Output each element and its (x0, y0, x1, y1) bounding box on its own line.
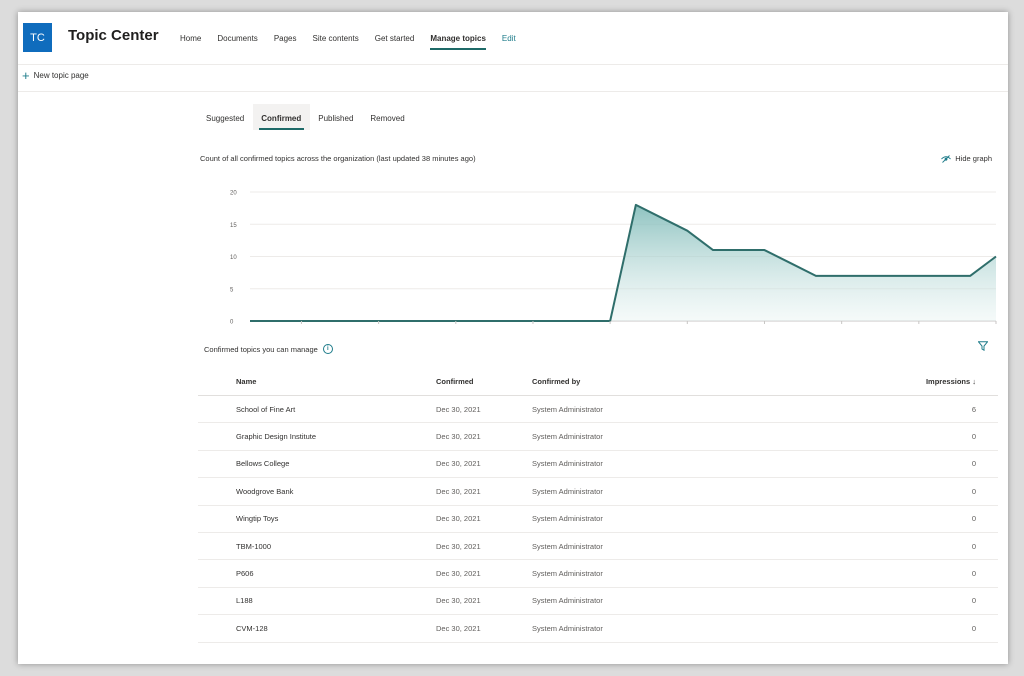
tab-suggested[interactable]: Suggested (198, 104, 253, 130)
impressions-count: 0 (971, 486, 976, 496)
nav-pages[interactable]: Pages (274, 34, 297, 43)
confirmed-by: System Administrator (532, 432, 603, 442)
topic-name[interactable]: School of Fine Art (198, 405, 436, 414)
nav-get-started[interactable]: Get started (375, 34, 415, 43)
impressions-count: 0 (971, 459, 976, 469)
nav-documents[interactable]: Documents (217, 34, 257, 43)
impressions-count: 0 (971, 569, 976, 579)
impressions-count: 0 (971, 623, 976, 633)
table-row[interactable]: Graphic Design Institute Dec 30, 2021 Sy… (198, 423, 998, 451)
column-header-impressions[interactable]: Impressions ↓ (742, 377, 998, 386)
confirmed-by: System Administrator (532, 541, 603, 551)
table-row[interactable]: P606 Dec 30, 2021 System Administrator 0 (198, 560, 998, 588)
impressions-count: 0 (971, 596, 976, 606)
tab-removed[interactable]: Removed (362, 104, 413, 130)
command-bar-divider (18, 91, 1008, 92)
tab-confirmed[interactable]: Confirmed (253, 104, 311, 130)
y-tick-label: 20 (230, 191, 237, 197)
plus-icon: + (22, 67, 30, 83)
new-topic-page-button[interactable]: + New topic page (22, 67, 89, 83)
confirmed-date: Dec 30, 2021 (436, 459, 481, 469)
topic-name[interactable]: Graphic Design Institute (198, 432, 436, 441)
top-nav: Home Documents Pages Site contents Get s… (180, 34, 532, 50)
site-logo[interactable]: TC (23, 23, 52, 52)
impressions-count: 0 (971, 541, 976, 551)
column-header-confirmed[interactable]: Confirmed (436, 377, 532, 386)
header-divider (18, 64, 1008, 65)
y-tick-label: 10 (230, 255, 237, 261)
list-title-text: Confirmed topics you can manage (204, 344, 318, 354)
confirmed-topics-chart: 0510152012/0312/0612/0912/1212/1512/1812… (230, 191, 997, 326)
confirmed-date: Dec 30, 2021 (436, 514, 481, 524)
hide-graph-label: Hide graph (955, 154, 992, 163)
table-row[interactable]: School of Fine Art Dec 30, 2021 System A… (198, 396, 998, 424)
confirmed-date: Dec 30, 2021 (436, 569, 481, 579)
site-title[interactable]: Topic Center (68, 27, 159, 44)
y-tick-label: 15 (230, 223, 237, 229)
confirmed-date: Dec 30, 2021 (436, 404, 481, 414)
table-row[interactable]: Woodgrove Bank Dec 30, 2021 System Admin… (198, 478, 998, 506)
confirmed-date: Dec 30, 2021 (436, 432, 481, 442)
filter-icon[interactable] (978, 341, 988, 351)
table-row[interactable]: CVM-128 Dec 30, 2021 System Administrato… (198, 615, 998, 643)
confirmed-date: Dec 30, 2021 (436, 541, 481, 551)
confirmed-date: Dec 30, 2021 (436, 596, 481, 606)
hide-graph-button[interactable]: Hide graph (941, 154, 992, 163)
confirmed-by: System Administrator (532, 623, 603, 633)
nav-manage-topics[interactable]: Manage topics (430, 34, 486, 50)
new-topic-page-label: New topic page (33, 71, 89, 80)
nav-edit-link[interactable]: Edit (502, 34, 516, 43)
topic-name[interactable]: CVM-128 (198, 624, 436, 633)
list-title: Confirmed topics you can manage i (204, 344, 333, 354)
table-row[interactable]: L188 Dec 30, 2021 System Administrator 0 (198, 588, 998, 616)
app-window: TC Topic Center Home Documents Pages Sit… (18, 12, 1008, 664)
confirmed-by: System Administrator (532, 569, 603, 579)
column-header-confirmed-by[interactable]: Confirmed by (532, 377, 742, 386)
tab-published[interactable]: Published (310, 104, 362, 130)
confirmed-by: System Administrator (532, 514, 603, 524)
topic-name[interactable]: P606 (198, 569, 436, 578)
topics-table: Name Confirmed Confirmed by Impressions … (198, 368, 998, 643)
impressions-count: 6 (971, 404, 976, 414)
confirmed-by: System Administrator (532, 596, 603, 606)
y-tick-label: 5 (230, 287, 234, 293)
confirmed-by: System Administrator (532, 486, 603, 496)
site-header: TC Topic Center Home Documents Pages Sit… (18, 12, 1008, 64)
info-icon[interactable]: i (322, 344, 333, 354)
table-header: Name Confirmed Confirmed by Impressions … (198, 368, 998, 396)
hide-eye-icon (941, 154, 952, 163)
table-row[interactable]: Bellows College Dec 30, 2021 System Admi… (198, 451, 998, 479)
confirmed-date: Dec 30, 2021 (436, 623, 481, 633)
graph-title: Count of all confirmed topics across the… (200, 154, 476, 163)
impressions-count: 0 (971, 432, 976, 442)
nav-site-contents[interactable]: Site contents (313, 34, 359, 43)
topic-name[interactable]: Woodgrove Bank (198, 487, 436, 496)
nav-home[interactable]: Home (180, 34, 201, 43)
column-header-name[interactable]: Name (198, 377, 436, 386)
confirmed-date: Dec 30, 2021 (436, 486, 481, 496)
topic-name[interactable]: TBM-1000 (198, 542, 436, 551)
y-tick-label: 0 (230, 320, 234, 326)
table-row[interactable]: TBM-1000 Dec 30, 2021 System Administrat… (198, 533, 998, 561)
table-row[interactable]: Wingtip Toys Dec 30, 2021 System Adminis… (198, 506, 998, 533)
impressions-count: 0 (971, 514, 976, 524)
topic-name[interactable]: L188 (198, 596, 436, 605)
topic-name[interactable]: Wingtip Toys (198, 514, 436, 523)
confirmed-by: System Administrator (532, 404, 603, 414)
confirmed-by: System Administrator (532, 459, 603, 469)
topic-tabs: Suggested Confirmed Published Removed (198, 104, 414, 130)
topic-name[interactable]: Bellows College (198, 459, 436, 468)
